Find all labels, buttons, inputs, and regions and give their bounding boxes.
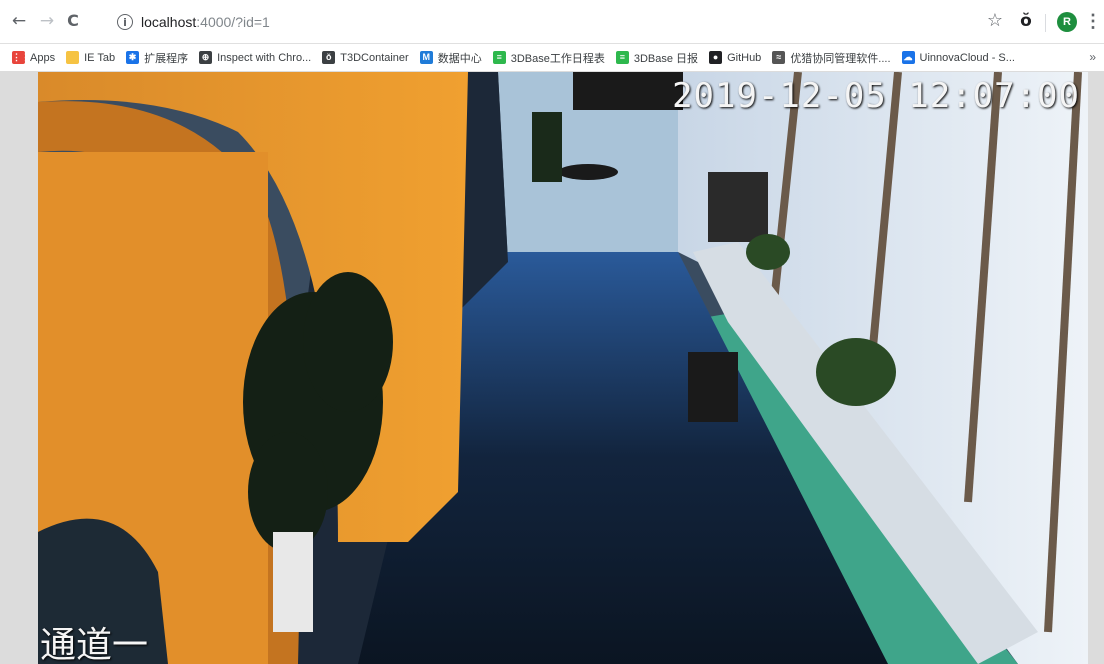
- forward-icon[interactable]: →: [36, 10, 58, 32]
- corridor-scene-image: [38, 72, 1088, 664]
- bookmark-label: Apps: [30, 51, 56, 64]
- sheet-icon: ≡: [615, 51, 629, 64]
- github-icon: ●: [709, 51, 723, 64]
- bookmarks-overflow-icon[interactable]: »: [1089, 50, 1096, 64]
- apps-grid-icon: ⋮⋮: [12, 51, 30, 64]
- bookmark-item[interactable]: ŏ T3DContainer: [318, 46, 412, 70]
- cloud-app-icon: ☁: [901, 51, 915, 64]
- page-viewport: 2019-12-05 12:07:00 通道一: [0, 72, 1104, 664]
- toolbar-divider: [1045, 14, 1046, 32]
- address-bar[interactable]: i localhost:4000/?id=1: [107, 10, 997, 34]
- app-icon: ≈: [772, 51, 786, 64]
- bookmarks-bar: ⋮⋮ Apps IE Tab ✱ 扩展程序 ⊕ Inspect with Chro... ŏ T…: [0, 44, 1104, 72]
- profile-avatar[interactable]: R: [1057, 12, 1077, 32]
- sheet-icon: ≡: [492, 51, 506, 64]
- browser-toolbar: ← → C i localhost:4000/?id=1 ☆ ŏ R ⋮: [0, 0, 1104, 44]
- bookmark-item[interactable]: ☁ UinnovaCloud - S...: [898, 46, 1019, 70]
- bookmark-item[interactable]: ✱ 扩展程序: [122, 46, 192, 70]
- bookmark-item[interactable]: IE Tab: [62, 46, 119, 70]
- bookmark-item[interactable]: ≈ 优猎协同管理软件....: [768, 46, 894, 70]
- bookmark-item[interactable]: ≡ 3DBase 日报: [612, 46, 702, 70]
- video-timestamp: 2019-12-05 12:07:00: [672, 76, 1080, 116]
- folder-icon: [66, 51, 80, 64]
- bookmark-label: 3DBase 日报: [633, 52, 699, 65]
- bookmark-item[interactable]: ⊕ Inspect with Chro...: [195, 46, 315, 70]
- chart-app-icon: M: [419, 51, 433, 64]
- bookmark-star-icon[interactable]: ☆: [984, 10, 1006, 32]
- bookmark-label: UinnovaCloud - S...: [919, 51, 1015, 64]
- bookmark-item[interactable]: ≡ 3DBase工作日程表: [489, 46, 609, 70]
- bookmark-item[interactable]: ⋮⋮ Apps: [8, 46, 59, 70]
- address-path: :4000/?id=1: [196, 14, 270, 30]
- bookmark-label: GitHub: [727, 51, 762, 64]
- globe-icon: ⊕: [199, 51, 213, 64]
- bookmark-label: 数据中心: [437, 52, 482, 65]
- bookmark-label: 3DBase工作日程表: [510, 52, 605, 65]
- bookmark-label: 优猎协同管理软件....: [790, 52, 891, 65]
- t3d-icon: ŏ: [322, 51, 336, 64]
- address-host: localhost: [141, 14, 197, 30]
- bookmark-item[interactable]: M 数据中心: [416, 46, 486, 70]
- camera-video-feed[interactable]: 2019-12-05 12:07:00 通道一: [38, 72, 1088, 664]
- camera-channel-label: 通道一: [40, 625, 149, 664]
- bookmark-label: T3DContainer: [340, 51, 409, 64]
- extension-icon[interactable]: ŏ: [1015, 10, 1037, 32]
- reload-icon[interactable]: C: [62, 10, 84, 32]
- back-icon[interactable]: ←: [8, 10, 30, 32]
- bookmark-label: 扩展程序: [144, 52, 189, 65]
- browser-menu-icon[interactable]: ⋮: [1084, 10, 1102, 32]
- site-info-icon[interactable]: i: [117, 14, 133, 30]
- puzzle-icon: ✱: [126, 51, 140, 64]
- bookmark-label: IE Tab: [84, 51, 116, 64]
- bookmark-label: Inspect with Chro...: [217, 51, 312, 64]
- bookmark-item[interactable]: ● GitHub: [705, 46, 765, 70]
